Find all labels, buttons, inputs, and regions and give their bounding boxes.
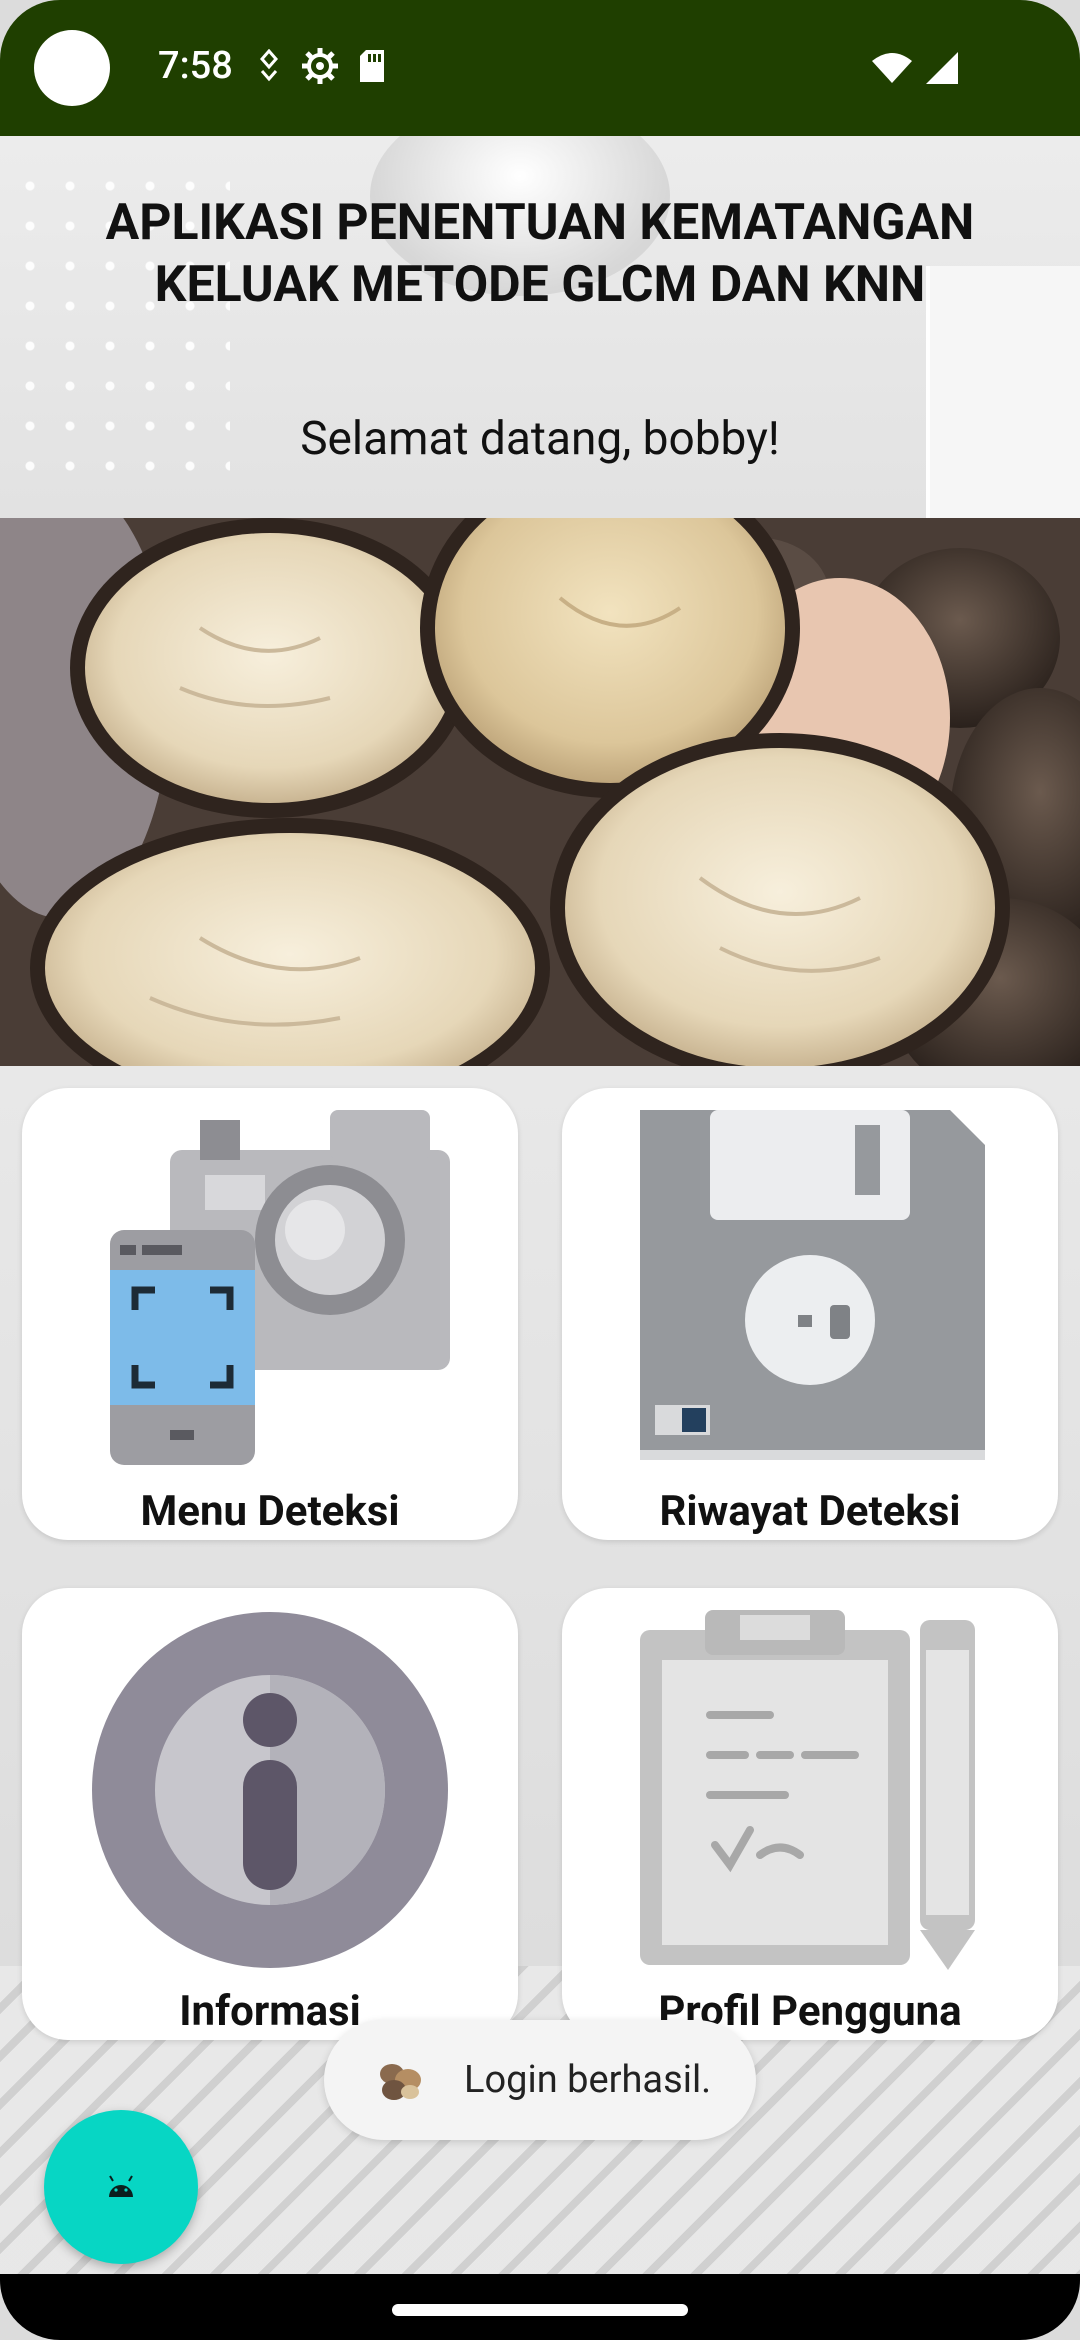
signal-icon <box>926 52 958 84</box>
login-toast: Login berhasil. <box>324 2020 756 2140</box>
wifi-icon <box>872 53 912 83</box>
hero-image <box>0 518 1080 1066</box>
android-fab[interactable] <box>44 2110 198 2264</box>
profil-pengguna-card[interactable]: Profil Pengguna <box>562 1588 1058 2040</box>
home-gesture-handle[interactable] <box>392 2304 688 2316</box>
status-bar: 7:58 <box>0 0 1080 136</box>
riwayat-deteksi-card[interactable]: Riwayat Deteksi <box>562 1088 1058 1540</box>
keluak-photo <box>0 518 1080 1066</box>
location-icon <box>260 49 278 82</box>
welcome-text: Selamat datang, bobby! <box>300 412 780 466</box>
status-time: 7:58 <box>158 44 233 88</box>
floppy-disk-icon <box>640 1110 985 1460</box>
camera-phone-icon <box>110 1110 450 1465</box>
informasi-card[interactable]: Informasi <box>22 1588 518 2040</box>
settings-icon <box>302 48 338 84</box>
android-icon <box>109 2175 133 2197</box>
status-dot <box>34 30 110 106</box>
menu-deteksi-card[interactable]: Menu Deteksi <box>22 1088 518 1540</box>
status-icons-right <box>870 50 960 86</box>
menu-deteksi-label: Menu Deteksi <box>140 1487 400 1536</box>
riwayat-deteksi-label: Riwayat Deteksi <box>659 1487 961 1536</box>
status-icons-left <box>256 46 386 86</box>
toast-message: Login berhasil. <box>464 2058 712 2102</box>
clipboard-icon <box>640 1610 975 1970</box>
sd-card-icon <box>360 50 384 82</box>
app-logo-icon <box>380 2064 421 2100</box>
info-icon <box>92 1612 448 1968</box>
app-title: APLIKASI PENENTUAN KEMATANGAN KELUAK MET… <box>105 194 975 314</box>
app-header: APLIKASI PENENTUAN KEMATANGAN KELUAK MET… <box>0 136 1080 518</box>
